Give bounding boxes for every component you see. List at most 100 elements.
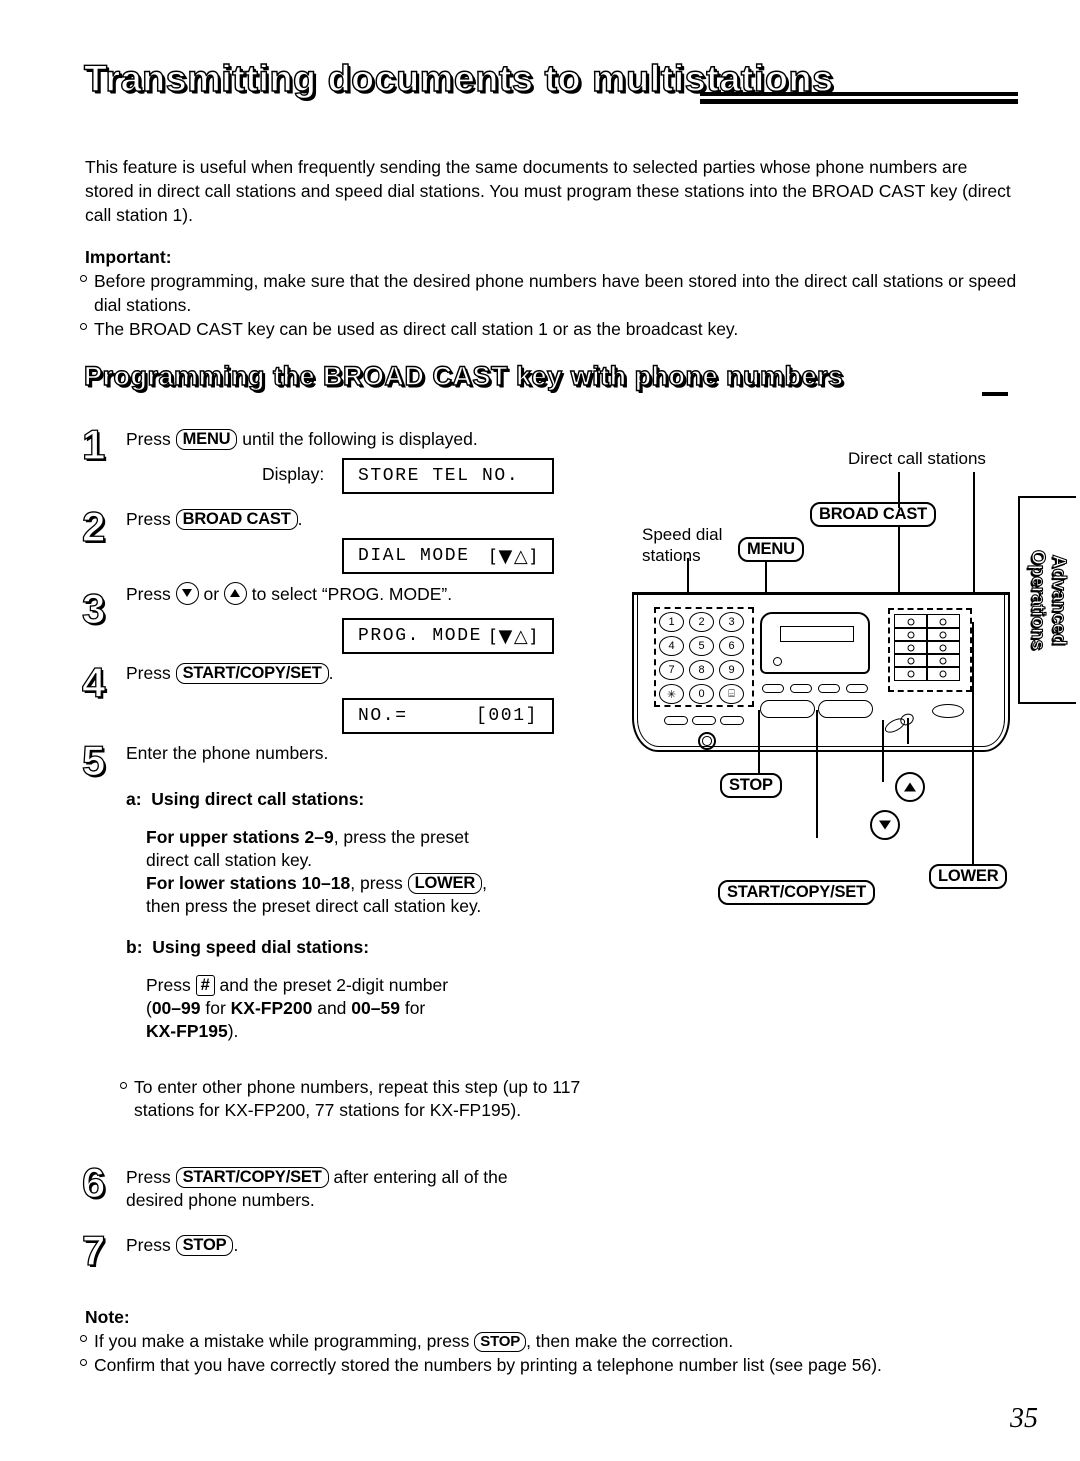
arrow-up-key-icon[interactable] [223, 582, 247, 605]
volume-knob[interactable] [698, 732, 716, 750]
keypad-key[interactable]: 1 [659, 612, 684, 632]
function-button[interactable] [664, 716, 688, 725]
menu-callout-key[interactable]: MENU [738, 537, 804, 562]
direct-call-key[interactable] [894, 614, 928, 629]
direct-call-key[interactable] [926, 627, 960, 642]
lower-callout-key[interactable]: LOWER [929, 864, 1008, 889]
leader-direct-top [898, 472, 900, 508]
step-5-note: To enter other phone numbers, repeat thi… [120, 1076, 605, 1122]
function-button[interactable] [692, 716, 716, 725]
lcd-text: STORE TEL NO. [358, 466, 520, 486]
section-tab-text: Advanced Operations [1026, 549, 1069, 650]
leader-up-arrow [907, 718, 909, 744]
list-item: The BROAD CAST key can be used as direct… [80, 317, 1020, 341]
keypad-key[interactable]: 8 [689, 660, 714, 680]
or-label: or [203, 584, 220, 604]
stop-callout-key[interactable]: STOP [720, 773, 782, 798]
status-led-icon [773, 657, 782, 666]
direct-call-key[interactable] [926, 653, 960, 668]
stop-key[interactable]: STOP [474, 1332, 527, 1352]
step-7-tail: . [233, 1235, 239, 1255]
stop-button[interactable] [760, 700, 815, 718]
lower-key[interactable]: LOWER [407, 873, 483, 894]
arrow-up-key-icon[interactable] [895, 772, 925, 802]
keypad-key[interactable]: 0 [689, 684, 714, 704]
lcd-arrows: [▼△] [489, 545, 538, 567]
keypad-key[interactable]: 9 [719, 660, 744, 680]
step-number-3: 3 [81, 585, 106, 632]
bullet-circle-icon [120, 1082, 127, 1089]
stop-key[interactable]: STOP [175, 1235, 234, 1256]
soft-key[interactable] [762, 684, 784, 693]
direct-call-key[interactable] [926, 640, 960, 655]
step-6-tail: after entering all of the [333, 1167, 508, 1187]
leader-lower [972, 622, 974, 868]
press-label: Press [126, 509, 171, 529]
press-label: Press [126, 584, 171, 604]
arrow-down-key-icon[interactable] [870, 810, 900, 840]
leader-start [816, 710, 818, 838]
hash-key[interactable]: # [195, 975, 215, 996]
start-copy-set-key[interactable]: START/COPY/SET [175, 663, 329, 684]
direct-call-key[interactable] [894, 640, 928, 655]
step-number-4: 4 [81, 659, 106, 706]
leader-speed-dial [687, 558, 689, 594]
lcd-text: DIAL MODE [358, 546, 470, 566]
machine-lcd-screen [780, 626, 854, 642]
menu-key[interactable]: MENU [175, 429, 238, 450]
bullet-circle-icon [80, 1359, 87, 1366]
keypad-key[interactable]: 5 [689, 636, 714, 656]
important-item-text: The BROAD CAST key can be used as direct… [94, 319, 739, 339]
speed-dial-tail: and the preset 2-digit number [219, 975, 449, 995]
note-list: If you make a mistake while programming,… [80, 1329, 1020, 1377]
for-1: for [200, 998, 231, 1018]
note-item-tail: , then make the correction. [526, 1331, 734, 1351]
menu-soft-key[interactable] [790, 684, 812, 693]
keypad-key[interactable]: 2 [689, 612, 714, 632]
soft-key[interactable] [818, 684, 840, 693]
start-copy-set-callout-key[interactable]: START/COPY/SET [718, 880, 875, 905]
step-5b-heading: b: Using speed dial stations: [126, 936, 596, 959]
important-item-text: Before programming, make sure that the d… [94, 271, 1017, 315]
direct-call-key[interactable] [894, 627, 928, 642]
direct-call-key[interactable] [894, 666, 928, 681]
direct-call-key[interactable] [894, 653, 928, 668]
leader-direct-right [973, 472, 975, 612]
direct-call-station-grid[interactable] [894, 614, 960, 681]
subtitle-dash [982, 392, 1008, 396]
direct-call-key[interactable] [926, 614, 960, 629]
numeric-keypad[interactable]: 1 2 3 4 5 6 7 8 9 ✳ 0 ⌸ [659, 612, 744, 704]
list-item: If you make a mistake while programming,… [80, 1329, 1020, 1353]
intro-paragraph: This feature is useful when frequently s… [85, 157, 1011, 225]
note-item-text: Confirm that you have correctly stored t… [94, 1355, 882, 1375]
important-heading: Important: [85, 247, 172, 267]
for-2: for [399, 998, 426, 1018]
direct-call-key[interactable] [926, 666, 960, 681]
step-1-text: Press MENU until the following is displa… [126, 428, 586, 451]
keypad-key[interactable]: 6 [719, 636, 744, 656]
sub-a-heading-text: Using direct call stations: [151, 789, 365, 809]
broad-cast-key[interactable]: BROAD CAST [175, 509, 298, 530]
keypad-key[interactable]: 3 [719, 612, 744, 632]
start-copy-set-button[interactable] [818, 700, 873, 718]
arrow-down-key-icon[interactable] [175, 582, 199, 605]
machine-lcd-panel [760, 612, 870, 674]
and-1: and [312, 998, 352, 1018]
function-button[interactable] [720, 716, 744, 725]
step-6-text: Press START/COPY/SET after entering all … [126, 1166, 616, 1212]
lcd-index: [001] [475, 706, 538, 726]
direct-call-stations-label: Direct call stations [848, 449, 986, 468]
list-item: Before programming, make sure that the d… [80, 269, 1020, 317]
broad-cast-callout-key[interactable]: BROAD CAST [810, 502, 936, 527]
keypad-key-hash[interactable]: ⌸ [719, 684, 744, 704]
upper-stations-line2: direct call station key. [146, 850, 312, 870]
keypad-key-star[interactable]: ✳ [659, 684, 684, 704]
lcd-no-equals: NO.= [001] [342, 698, 554, 734]
lcd-text: PROG. MODE [358, 626, 483, 646]
keypad-key[interactable]: 4 [659, 636, 684, 656]
lcd-prog-mode: PROG. MODE [▼△] [342, 618, 554, 654]
step-4-text: Press START/COPY/SET. [126, 662, 586, 685]
start-copy-set-key[interactable]: START/COPY/SET [175, 1167, 329, 1188]
soft-key[interactable] [846, 684, 868, 693]
keypad-key[interactable]: 7 [659, 660, 684, 680]
